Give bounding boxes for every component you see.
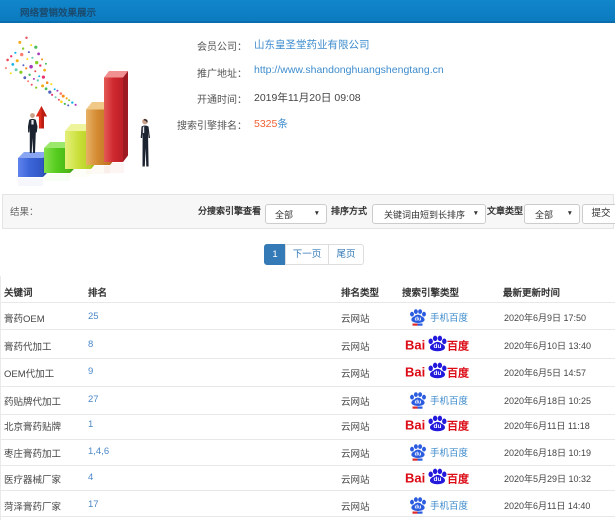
svg-text:du: du (415, 504, 422, 510)
svg-text:du: du (415, 452, 422, 458)
svg-text:du: du (434, 343, 442, 350)
svg-text:百度: 百度 (447, 419, 470, 433)
svg-text:du: du (434, 423, 442, 430)
svg-text:百度: 百度 (447, 472, 470, 486)
svg-text:du: du (415, 399, 422, 405)
svg-text:du: du (434, 476, 442, 483)
svg-text:du: du (434, 370, 442, 377)
svg-text:Bai: Bai (405, 337, 425, 352)
svg-text:Bai: Bai (405, 471, 425, 486)
svg-text:du: du (415, 317, 422, 323)
svg-text:百度: 百度 (447, 366, 470, 380)
svg-text:Bai: Bai (405, 365, 425, 380)
svg-text:Bai: Bai (405, 418, 425, 433)
svg-text:百度: 百度 (447, 338, 470, 352)
